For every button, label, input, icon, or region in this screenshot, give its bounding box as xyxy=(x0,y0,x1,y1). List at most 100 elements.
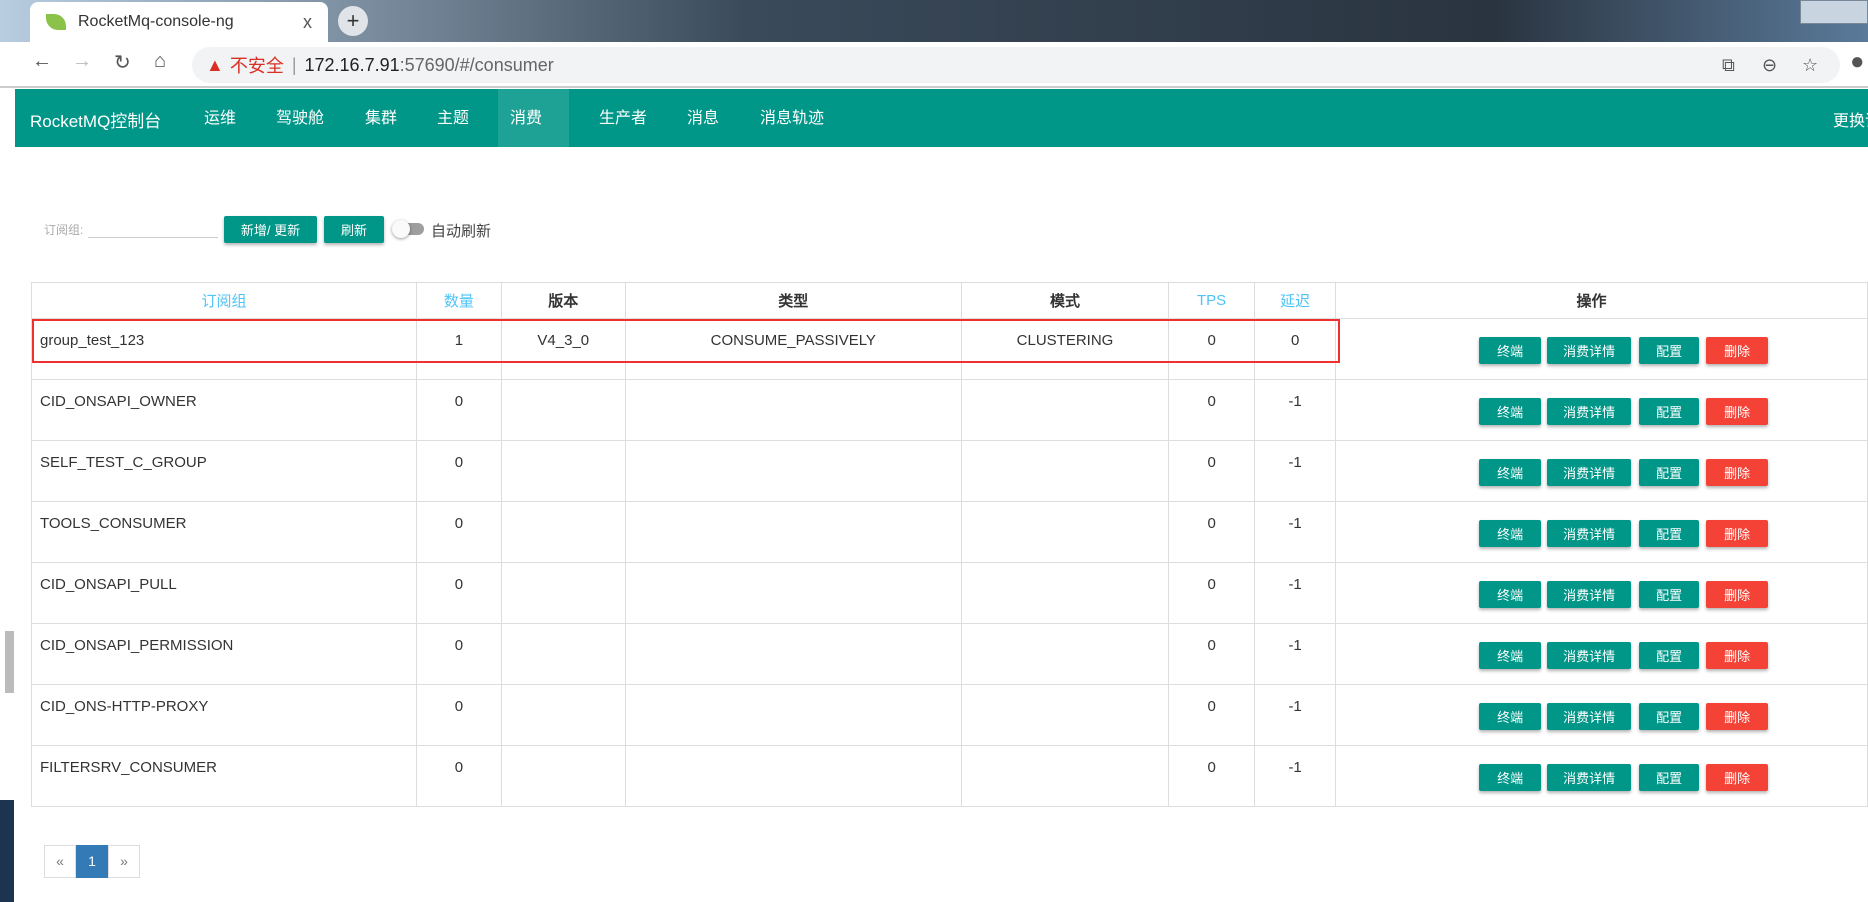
window-controls[interactable] xyxy=(1800,0,1868,24)
nav-dashboard[interactable]: 驾驶舱 xyxy=(264,89,336,147)
header-group[interactable]: 订阅组 xyxy=(31,282,417,319)
delete-button[interactable]: 删除 xyxy=(1706,398,1769,425)
consume-detail-button[interactable]: 消费详情 xyxy=(1547,459,1632,486)
table-row: CID_ONSAPI_PULL 0 0 -1 终端 消费详情 配置 删除 xyxy=(31,562,1868,624)
nav-message-trace[interactable]: 消息轨迹 xyxy=(748,89,836,147)
cell-tps: 0 xyxy=(1168,440,1256,502)
cell-type xyxy=(624,440,962,502)
translate-icon[interactable]: ⧉ xyxy=(1722,55,1735,76)
delete-button[interactable]: 删除 xyxy=(1706,764,1769,791)
consume-detail-button[interactable]: 消费详情 xyxy=(1547,581,1632,608)
cell-group: CID_ONSAPI_OWNER xyxy=(31,379,417,441)
config-button[interactable]: 配置 xyxy=(1639,642,1700,669)
cell-version xyxy=(500,745,626,807)
nav-ops[interactable]: 运维 xyxy=(192,89,248,147)
header-actions: 操作 xyxy=(1335,282,1868,319)
cell-count: 0 xyxy=(416,623,502,685)
top-nav: RocketMQ控制台 运维 驾驶舱 集群 主题 消费者 生产者 消息 消息轨迹… xyxy=(15,89,1868,187)
cell-version xyxy=(500,501,626,563)
reload-icon[interactable]: ↻ xyxy=(114,50,131,75)
cell-version xyxy=(500,379,626,441)
brand[interactable]: RocketMQ控制台 xyxy=(30,107,161,132)
home-icon[interactable]: ⌂ xyxy=(154,50,166,73)
consume-detail-button[interactable]: 消费详情 xyxy=(1547,642,1632,669)
group-filter-label: 订阅组: xyxy=(44,223,84,237)
config-button[interactable]: 配置 xyxy=(1639,520,1700,547)
header-delay[interactable]: 延迟 xyxy=(1254,282,1337,319)
consume-detail-button[interactable]: 消费详情 xyxy=(1547,398,1632,425)
cell-tps: 0 xyxy=(1168,684,1256,746)
nav-message[interactable]: 消息 xyxy=(675,89,731,147)
header-count[interactable]: 数量 xyxy=(416,282,502,319)
cell-tps: 0 xyxy=(1168,623,1256,685)
cell-type xyxy=(624,379,962,441)
address-row: ← → ↻ ⌂ ▲ 不安全 | 172.16.7.91 :57690/#/con… xyxy=(0,42,1868,88)
delete-button[interactable]: 删除 xyxy=(1706,642,1769,669)
cell-delay: -1 xyxy=(1254,745,1337,807)
config-button[interactable]: 配置 xyxy=(1639,764,1700,791)
nav-cluster[interactable]: 集群 xyxy=(353,89,409,147)
group-filter-input[interactable] xyxy=(88,220,218,238)
consume-detail-button[interactable]: 消费详情 xyxy=(1547,337,1632,364)
next-page[interactable]: » xyxy=(108,845,140,878)
profile-icon[interactable]: ● xyxy=(1850,48,1865,76)
cell-tps: 0 xyxy=(1168,379,1256,441)
add-update-button[interactable]: 新增/ 更新 xyxy=(224,216,317,243)
url-path: :57690/#/consumer xyxy=(399,54,554,75)
auto-refresh-label: 自动刷新 xyxy=(431,223,492,240)
refresh-button[interactable]: 刷新 xyxy=(324,216,384,243)
warning-icon: ▲ xyxy=(206,54,224,75)
delete-button[interactable]: 删除 xyxy=(1706,581,1769,608)
delete-button[interactable]: 删除 xyxy=(1706,459,1769,486)
auto-refresh-toggle[interactable] xyxy=(392,220,424,238)
consume-detail-button[interactable]: 消费详情 xyxy=(1547,520,1632,547)
config-button[interactable]: 配置 xyxy=(1639,581,1700,608)
zoom-out-icon[interactable]: ⊖ xyxy=(1762,55,1777,76)
cell-tps: 0 xyxy=(1168,745,1256,807)
cell-type: CONSUME_PASSIVELY xyxy=(624,318,962,380)
header-type: 类型 xyxy=(624,282,962,319)
delete-button[interactable]: 删除 xyxy=(1706,337,1769,364)
client-button[interactable]: 终端 xyxy=(1479,520,1542,547)
config-button[interactable]: 配置 xyxy=(1639,459,1700,486)
header-tps[interactable]: TPS xyxy=(1168,282,1256,319)
cell-type xyxy=(624,562,962,624)
prev-page[interactable]: « xyxy=(44,845,76,878)
page-1[interactable]: 1 xyxy=(76,845,108,878)
config-button[interactable]: 配置 xyxy=(1639,398,1700,425)
nav-producer[interactable]: 生产者 xyxy=(587,89,659,147)
back-icon[interactable]: ← xyxy=(32,50,52,73)
cell-mode xyxy=(960,562,1170,624)
scrollbar[interactable] xyxy=(5,631,14,693)
client-button[interactable]: 终端 xyxy=(1479,642,1542,669)
client-button[interactable]: 终端 xyxy=(1479,703,1542,730)
config-button[interactable]: 配置 xyxy=(1639,337,1700,364)
client-button[interactable]: 终端 xyxy=(1479,398,1542,425)
change-language[interactable]: 更换语言 xyxy=(1833,107,1868,131)
cell-group: SELF_TEST_C_GROUP xyxy=(31,440,417,502)
cell-version xyxy=(500,562,626,624)
delete-button[interactable]: 删除 xyxy=(1706,703,1769,730)
forward-icon[interactable]: → xyxy=(72,50,92,73)
client-button[interactable]: 终端 xyxy=(1479,581,1542,608)
browser-tab[interactable]: RocketMq-console-ng x xyxy=(30,2,328,42)
client-button[interactable]: 终端 xyxy=(1479,764,1542,791)
config-button[interactable]: 配置 xyxy=(1639,703,1700,730)
table-row: SELF_TEST_C_GROUP 0 0 -1 终端 消费详情 配置 删除 xyxy=(31,440,1868,502)
header-mode: 模式 xyxy=(960,282,1170,319)
nav-topic[interactable]: 主题 xyxy=(425,89,481,147)
cell-actions: 终端 消费详情 配置 删除 xyxy=(1335,440,1868,502)
bookmark-star-icon[interactable]: ☆ xyxy=(1802,55,1818,76)
address-bar[interactable]: ▲ 不安全 | 172.16.7.91 :57690/#/consumer ⧉ … xyxy=(192,47,1840,83)
client-button[interactable]: 终端 xyxy=(1479,337,1542,364)
delete-button[interactable]: 删除 xyxy=(1706,520,1769,547)
consume-detail-button[interactable]: 消费详情 xyxy=(1547,703,1632,730)
client-button[interactable]: 终端 xyxy=(1479,459,1542,486)
nav-consumer[interactable]: 消费者 xyxy=(498,89,569,187)
consume-detail-button[interactable]: 消费详情 xyxy=(1547,764,1632,791)
close-tab-icon[interactable]: x xyxy=(303,12,312,33)
new-tab-button[interactable]: + xyxy=(338,6,368,36)
cell-group: CID_ONS-HTTP-PROXY xyxy=(31,684,417,746)
cell-actions: 终端 消费详情 配置 删除 xyxy=(1335,318,1868,380)
cell-delay: -1 xyxy=(1254,440,1337,502)
